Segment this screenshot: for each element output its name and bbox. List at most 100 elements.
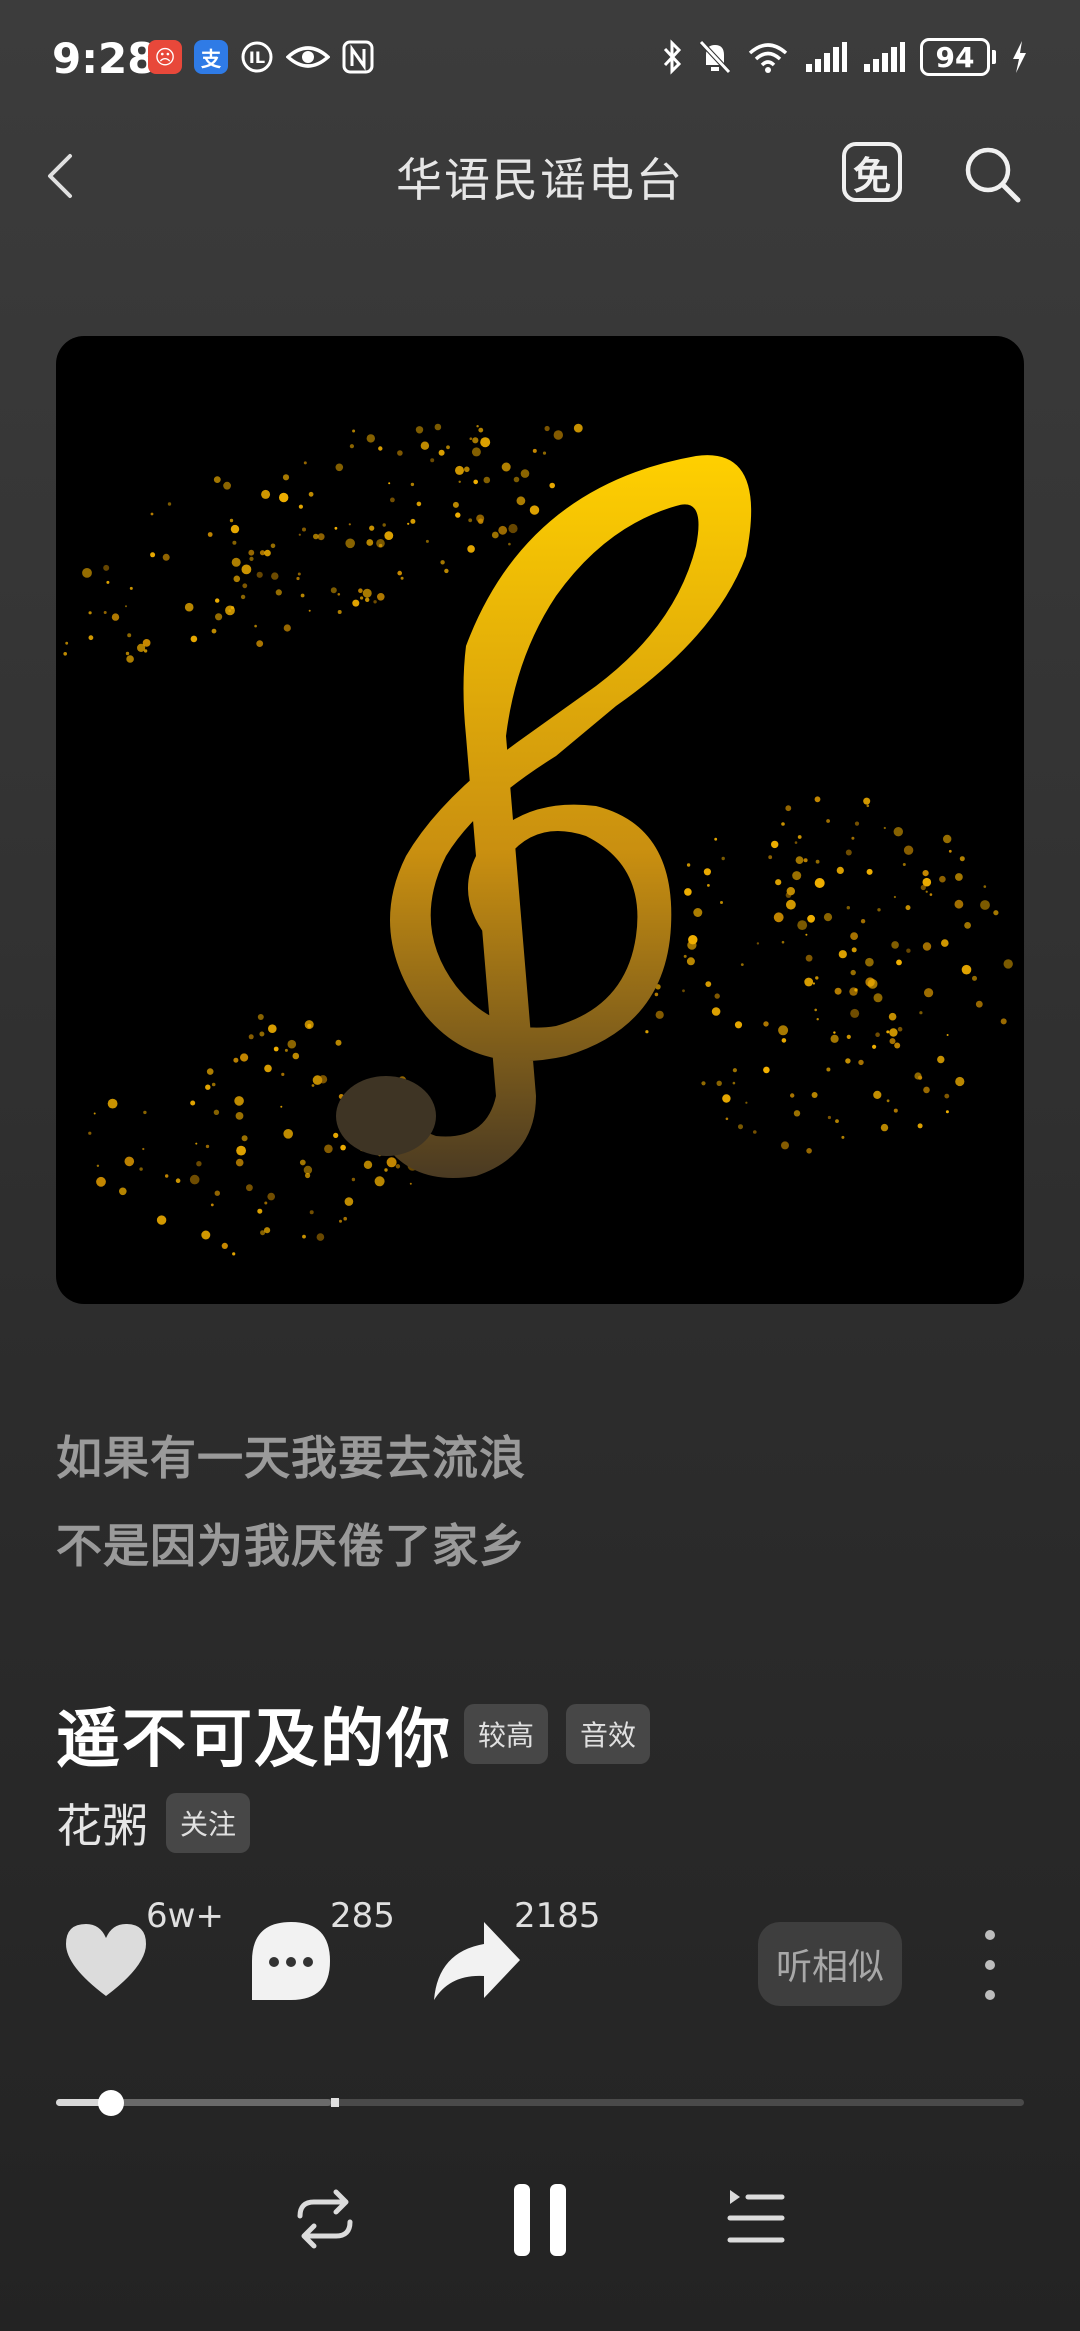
sparkle-dot [235, 1158, 244, 1167]
sparkle-dot [215, 598, 220, 603]
sparkle-dot [937, 1055, 945, 1064]
sparkle-dot [352, 599, 360, 607]
sparkle-dot [867, 979, 878, 989]
sparkle-dot [409, 1182, 412, 1185]
like-icon[interactable] [62, 1918, 150, 2002]
sparkle-dot [786, 899, 796, 910]
artist-name[interactable]: 花粥 [56, 1790, 148, 1856]
sparkle-dot [768, 855, 773, 860]
sparkle-dot [125, 605, 127, 608]
sparkle-dot [257, 1014, 264, 1020]
sparkle-dot [893, 1108, 898, 1113]
sparkle-dot [225, 605, 235, 616]
sparkle-dot [993, 910, 999, 916]
sparkle-dot [248, 549, 255, 556]
sparkle-dot [309, 1210, 314, 1215]
lyric-line-1[interactable]: 如果有一天我要去流浪 [56, 1422, 526, 1488]
sparkle-dot [96, 1176, 106, 1187]
sparkle-dot [297, 572, 301, 576]
sparkle-dot [88, 611, 92, 615]
sparkle-dot [891, 941, 899, 949]
listen-similar-button[interactable]: 听相似 [758, 1922, 902, 2006]
sparkle-dot [416, 501, 422, 507]
free-listen-button[interactable]: 免 [842, 142, 902, 202]
sparkle-dot [889, 1028, 898, 1037]
sparkle-dot [206, 1068, 214, 1075]
sparkle-dot [407, 522, 410, 525]
sparkle-dot [377, 593, 385, 601]
sparkle-dot [125, 651, 130, 656]
sparkle-dot [645, 1030, 649, 1034]
repeat-icon[interactable] [290, 2186, 360, 2252]
progress-knob[interactable] [98, 2090, 125, 2116]
lyric-line-2[interactable]: 不是因为我厌倦了家乡 [56, 1510, 526, 1576]
sparkle-dot [964, 922, 971, 929]
sparkle-dot [544, 425, 550, 432]
sparkle-dot [922, 942, 932, 951]
more-options-icon[interactable] [970, 1930, 1010, 2000]
sparkle-dot [872, 1044, 877, 1049]
sound-effect-tag[interactable]: 音效 [566, 1704, 651, 1764]
sparkle-dot [388, 482, 391, 485]
sparkle-dot [473, 479, 479, 485]
share-icon[interactable] [430, 1918, 522, 2004]
sparkle-dot [480, 437, 491, 448]
sparkle-dot [838, 950, 847, 959]
sparkle-dot [273, 1046, 279, 1052]
sparkle-dot [896, 959, 902, 966]
sparkle-dot [358, 588, 363, 593]
sparkle-dot [363, 1160, 373, 1169]
sparkle-dot [270, 543, 276, 549]
sparkle-dot [103, 611, 107, 614]
sparkle-dot [103, 564, 110, 571]
sparkle-dot [93, 1112, 96, 1115]
sparkle-dot [846, 1034, 851, 1039]
svg-text:IL: IL [249, 48, 265, 67]
wifi-icon [748, 43, 788, 73]
sparkle-dot [827, 1115, 832, 1120]
pause-icon[interactable] [510, 2180, 570, 2260]
sparkle-dot [542, 451, 547, 455]
sparkle-dot [905, 905, 911, 911]
sparkle-dot [948, 849, 952, 853]
sparkle-dot [850, 969, 856, 976]
sparkle-dot [351, 1177, 356, 1182]
sparkle-dot [189, 1174, 200, 1185]
sparkle-dot [63, 652, 67, 656]
battery-level: 94 [920, 38, 990, 76]
sparkle-dot [249, 556, 254, 561]
status-time: 9:28 [52, 34, 157, 83]
sparkle-dot [334, 526, 338, 530]
sparkle-dot [455, 512, 461, 518]
sparkle-dot [732, 1081, 736, 1085]
sparkle-dot [345, 538, 356, 549]
progress-bar[interactable] [56, 2090, 1024, 2116]
album-cover[interactable] [56, 336, 1024, 1304]
sparkle-dot [929, 893, 933, 896]
quality-tag[interactable]: 较高 [464, 1704, 549, 1764]
sparkle-dot [96, 1164, 100, 1167]
sparkle-dot [763, 1021, 769, 1027]
sparkle-dot [283, 1129, 293, 1139]
sparkle-dot [875, 1032, 880, 1037]
playlist-icon[interactable] [724, 2186, 786, 2250]
sparkle-dot [236, 1145, 247, 1156]
sparkle-dot [877, 908, 881, 912]
search-icon[interactable] [960, 142, 1024, 206]
sparkle-dot [756, 942, 760, 945]
sparkle-dot [873, 993, 883, 1003]
sparkle-dot [983, 885, 987, 888]
sparkle-dot [467, 545, 475, 553]
sparkle-dot [196, 1161, 202, 1167]
sparkle-dot [425, 539, 429, 543]
sparkle-dot [129, 586, 133, 590]
sparkle-dot [384, 531, 394, 540]
comment-icon[interactable] [248, 1918, 334, 2004]
sparkle-dot [339, 1219, 342, 1223]
sparkle-dot [684, 888, 692, 896]
sparkle-dot [298, 504, 303, 509]
follow-button[interactable]: 关注 [166, 1793, 251, 1853]
sparkle-dot [883, 826, 886, 830]
sparkle-dot [430, 458, 435, 463]
sparkle-dot [815, 976, 819, 980]
